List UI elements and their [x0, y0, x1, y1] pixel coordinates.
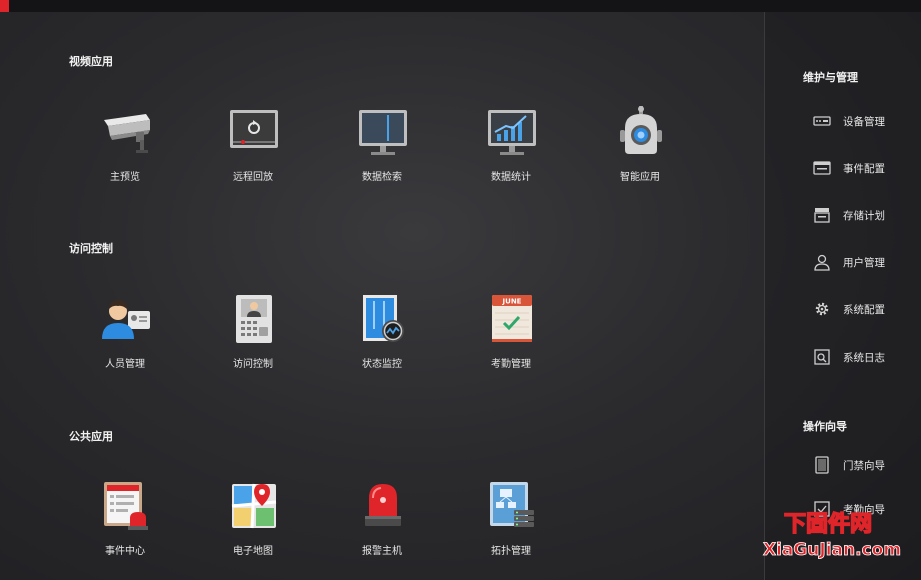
- app-label: 电子地图: [233, 546, 273, 557]
- sidebar-item-label: 存储计划: [843, 210, 885, 222]
- app-e-map[interactable]: 电子地图: [198, 480, 308, 572]
- app-label: 事件中心: [105, 546, 145, 557]
- app-event-center[interactable]: 事件中心: [70, 480, 180, 572]
- section-title-public: 公共应用: [69, 430, 113, 443]
- gear-icon: [815, 302, 829, 316]
- app-label: 状态监控: [362, 359, 402, 370]
- app-alarm-host[interactable]: 报警主机: [327, 480, 437, 572]
- attendance-icon: [814, 501, 830, 517]
- log-search-icon: [814, 349, 830, 365]
- top-bar: [0, 0, 921, 12]
- app-label: 数据检索: [362, 172, 402, 183]
- section-title-access: 访问控制: [69, 242, 113, 255]
- user-icon: [814, 254, 830, 271]
- app-remote-playback[interactable]: 远程回放: [198, 106, 308, 198]
- alarm-light-icon: [365, 484, 401, 526]
- app-label: 考勤管理: [491, 359, 531, 370]
- app-main-preview[interactable]: 主预览: [70, 106, 180, 198]
- door-station-icon: [236, 295, 272, 343]
- app-person-management[interactable]: 人员管理: [70, 293, 180, 385]
- sidebar-item-label: 系统配置: [843, 304, 885, 316]
- calendar-month-label: JUNE: [502, 298, 522, 306]
- robot-icon: [620, 106, 662, 154]
- app-label: 报警主机: [362, 546, 402, 557]
- sidebar-item-label: 事件配置: [843, 163, 885, 175]
- app-topology-management[interactable]: 拓扑管理: [456, 480, 566, 572]
- app-label: 远程回放: [233, 172, 273, 183]
- door-icon: [815, 456, 829, 474]
- sidebar-item-label: 门禁向导: [843, 460, 885, 472]
- person-card-icon: [102, 300, 150, 339]
- app-data-statistics[interactable]: 数据统计: [456, 106, 566, 198]
- event-config-icon: [813, 161, 831, 175]
- door-status-icon: [363, 295, 404, 342]
- map-pin-icon: [231, 483, 277, 529]
- app-label: 数据统计: [491, 172, 531, 183]
- sidebar-item-device-management[interactable]: 设备管理: [813, 110, 913, 132]
- app-label: 访问控制: [233, 359, 273, 370]
- event-list-icon: [104, 482, 148, 530]
- brand-accent: [0, 0, 9, 12]
- sidebar-item-storage-plan[interactable]: 存储计划: [813, 204, 913, 226]
- section-title-video: 视频应用: [69, 55, 113, 68]
- application-panel: 视频应用 主预览 远程回放 数据检索 数据统计 智能应用 访问控制 人员管理 访…: [0, 12, 764, 580]
- statistics-chart-icon: [488, 110, 536, 155]
- sidebar-item-system-config[interactable]: 系统配置: [813, 298, 913, 320]
- camera-icon: [104, 114, 150, 153]
- sidebar-item-event-config[interactable]: 事件配置: [813, 157, 913, 179]
- calendar-icon: JUNE: [492, 295, 532, 342]
- device-icon: [813, 116, 831, 126]
- sidebar-item-system-log[interactable]: 系统日志: [813, 346, 913, 368]
- sidebar: 维护与管理 设备管理 事件配置 存储计划 用户管理 系统配置 系统日志 操作向导…: [765, 12, 921, 580]
- app-attendance-management[interactable]: JUNE 考勤管理: [456, 293, 566, 385]
- sidebar-title-maintenance: 维护与管理: [803, 71, 858, 84]
- app-label: 智能应用: [620, 172, 660, 183]
- sidebar-title-wizard: 操作向导: [803, 420, 847, 433]
- sidebar-item-label: 用户管理: [843, 257, 885, 269]
- sidebar-item-label: 考勤向导: [843, 504, 885, 516]
- topology-icon: [490, 482, 534, 527]
- app-data-search[interactable]: 数据检索: [327, 106, 437, 198]
- data-search-monitor-icon: [359, 110, 407, 155]
- storage-icon: [814, 208, 830, 223]
- sidebar-item-label: 系统日志: [843, 352, 885, 364]
- app-label: 人员管理: [105, 359, 145, 370]
- sidebar-item-label: 设备管理: [843, 116, 885, 128]
- app-label: 主预览: [110, 172, 140, 183]
- app-label: 拓扑管理: [491, 546, 531, 557]
- app-access-control[interactable]: 访问控制: [198, 293, 308, 385]
- app-status-monitor[interactable]: 状态监控: [327, 293, 437, 385]
- app-smart-application[interactable]: 智能应用: [585, 106, 695, 198]
- sidebar-item-user-management[interactable]: 用户管理: [813, 251, 913, 273]
- sidebar-item-access-wizard[interactable]: 门禁向导: [813, 454, 913, 476]
- playback-monitor-icon: [230, 110, 278, 148]
- sidebar-item-attendance-wizard[interactable]: 考勤向导: [813, 498, 913, 520]
